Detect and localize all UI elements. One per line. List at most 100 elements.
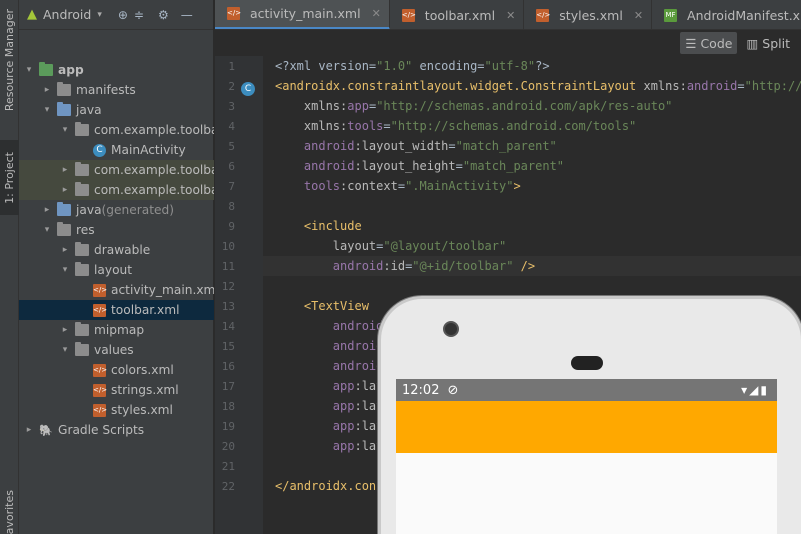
editor-tab[interactable]: </> toolbar.xml ✕ <box>390 0 525 29</box>
line-number: 22 <box>221 480 235 493</box>
tree-item[interactable]: </> strings.xml <box>19 380 214 400</box>
status-time: 12:02 <box>402 382 440 398</box>
editor-tab[interactable]: </> activity_main.xml ✕ <box>215 0 390 29</box>
project-tool-tab[interactable]: 1: Project <box>0 140 19 215</box>
tree-item[interactable]: </> styles.xml <box>19 400 214 420</box>
tree-item-label: app <box>58 63 84 77</box>
source-folder-icon <box>57 202 71 216</box>
folder-icon <box>75 322 89 336</box>
collapse-icon[interactable]: ≑ <box>134 8 144 22</box>
tree-item[interactable]: ▸ manifests <box>19 80 214 100</box>
code-line: tools:context=".MainActivity"> <box>303 179 521 193</box>
folder-icon <box>75 262 89 276</box>
tree-item[interactable]: ▾ app <box>19 60 214 80</box>
target-icon[interactable]: ⊕ <box>118 8 128 22</box>
tree-item-label: java <box>76 103 102 117</box>
expand-arrow-icon[interactable]: ▾ <box>59 345 71 355</box>
code-line: app:lay <box>332 379 384 393</box>
tree-item-label: res <box>76 223 95 237</box>
line-number: 6 <box>228 160 235 173</box>
left-tool-strip: Resource Manager 1: Project avorites <box>0 0 19 534</box>
activity-gutter-icon[interactable]: C <box>241 82 255 96</box>
line-number: 17 <box>221 380 235 393</box>
code-line: android:id="@+id/toolbar" /> <box>332 259 536 273</box>
tree-item[interactable]: ▾ values <box>19 340 214 360</box>
tree-item-label: layout <box>94 263 133 277</box>
code-line: <?xml version="1.0" encoding="utf-8"?> <box>275 59 550 73</box>
close-icon[interactable]: ✕ <box>506 9 515 22</box>
code-mode-label: Code <box>700 35 733 51</box>
expand-arrow-icon[interactable]: ▾ <box>41 225 53 235</box>
project-panel: ▲ Android ▾ ⊕ ≑ ⚙ — ▾ app ▸ manifests ▾ java ▾… <box>19 0 214 534</box>
tree-item-label: drawable <box>94 243 151 257</box>
gear-icon[interactable]: ⚙ <box>158 8 169 22</box>
editor-tab[interactable]: MFAndroidManifest.xml✕ <box>652 0 801 29</box>
device-screen: 12:02 ⊘ ▾◢▮ <box>396 379 777 534</box>
tree-item[interactable]: ▾ com.example.toolbarc <box>19 120 214 140</box>
code-line: layout="@layout/toolbar" <box>332 239 507 253</box>
project-tool-label: 1: Project <box>3 151 16 204</box>
code-line: android:layout_height="match_parent" <box>303 159 565 173</box>
tree-item[interactable]: C MainActivity <box>19 140 214 160</box>
code-line: android <box>332 359 384 373</box>
line-number: 3 <box>228 100 235 113</box>
xml-file-icon: </> <box>93 383 107 397</box>
tree-item[interactable]: </> colors.xml <box>19 360 214 380</box>
package-icon <box>75 162 89 176</box>
tree-item[interactable]: </> toolbar.xml <box>19 300 214 320</box>
xml-file-icon: </> <box>93 363 107 377</box>
tree-item[interactable]: ▾ layout <box>19 260 214 280</box>
class-icon: C <box>93 143 106 157</box>
line-gutter: 1 2 3 4 5 6 7 8 9 10 11 12 13 14 15 16 17 18 19 20 21 22 C <box>215 56 263 534</box>
expand-arrow-icon[interactable]: ▸ <box>41 85 53 95</box>
expand-arrow-icon[interactable]: ▾ <box>59 125 71 135</box>
tree-item-label: java <box>76 203 102 217</box>
tab-label: styles.xml <box>559 7 623 23</box>
android-icon: ▲ <box>27 7 37 22</box>
tree-item[interactable]: ▸ 🐘 Gradle Scripts <box>19 420 214 440</box>
tree-item[interactable]: ▸ mipmap <box>19 320 214 340</box>
tree-item-label: Gradle Scripts <box>58 423 145 437</box>
hide-icon[interactable]: — <box>181 8 193 22</box>
project-view-selector[interactable]: ▲ Android ▾ ⊕ ≑ ⚙ — <box>19 0 213 30</box>
tree-item[interactable]: </> activity_main.xml <box>19 280 214 300</box>
tree-item-label: com.example.toolbarc <box>94 183 214 197</box>
tree-item[interactable]: ▸ drawable <box>19 240 214 260</box>
expand-arrow-icon[interactable]: ▾ <box>23 65 35 75</box>
favorites-tab[interactable]: avorites <box>0 490 19 534</box>
folder-icon <box>57 82 71 96</box>
expand-arrow-icon[interactable]: ▸ <box>59 185 71 195</box>
tree-item[interactable]: ▸ com.example.toolbarc <box>19 180 214 200</box>
tree-item[interactable]: ▾ res <box>19 220 214 240</box>
code-mode-button[interactable]: ☰ Code <box>680 32 738 54</box>
expand-arrow-icon[interactable]: ▾ <box>59 265 71 275</box>
line-number: 16 <box>221 360 235 373</box>
tree-item[interactable]: ▾ java <box>19 100 214 120</box>
close-icon[interactable]: ✕ <box>372 7 381 20</box>
editor-tab[interactable]: </> styles.xml ✕ <box>524 0 653 29</box>
resource-manager-label: Resource Manager <box>3 9 16 112</box>
module-folder-icon <box>39 62 53 76</box>
close-icon[interactable]: ✕ <box>634 9 643 22</box>
expand-arrow-icon[interactable]: ▸ <box>23 425 35 435</box>
code-line: <androidx.constraintlayout.widget.Constr… <box>275 79 801 93</box>
split-mode-button[interactable]: ▥ Split <box>741 32 795 54</box>
expand-arrow-icon[interactable]: ▸ <box>59 325 71 335</box>
code-mode-icon: ☰ <box>685 35 697 51</box>
code-line: android <box>332 339 384 353</box>
tree-item[interactable]: ▸ java (generated) <box>19 200 214 220</box>
expand-arrow-icon[interactable]: ▸ <box>59 165 71 175</box>
source-folder-icon <box>57 102 71 116</box>
expand-arrow-icon[interactable]: ▾ <box>41 105 53 115</box>
app-toolbar <box>396 401 777 453</box>
resource-manager-tab[interactable]: Resource Manager <box>0 8 19 113</box>
speaker-icon <box>571 356 603 370</box>
code-line: xmlns:app="http://schemas.android.com/ap… <box>303 99 673 113</box>
tree-item-sublabel: (generated) <box>101 203 175 217</box>
sync-icon: ⊘ <box>447 382 459 398</box>
expand-arrow-icon[interactable]: ▸ <box>41 205 53 215</box>
expand-arrow-icon[interactable]: ▸ <box>59 245 71 255</box>
line-number: 13 <box>221 300 235 313</box>
line-number: 2 <box>228 80 235 93</box>
tree-item[interactable]: ▸ com.example.toolbarc <box>19 160 214 180</box>
